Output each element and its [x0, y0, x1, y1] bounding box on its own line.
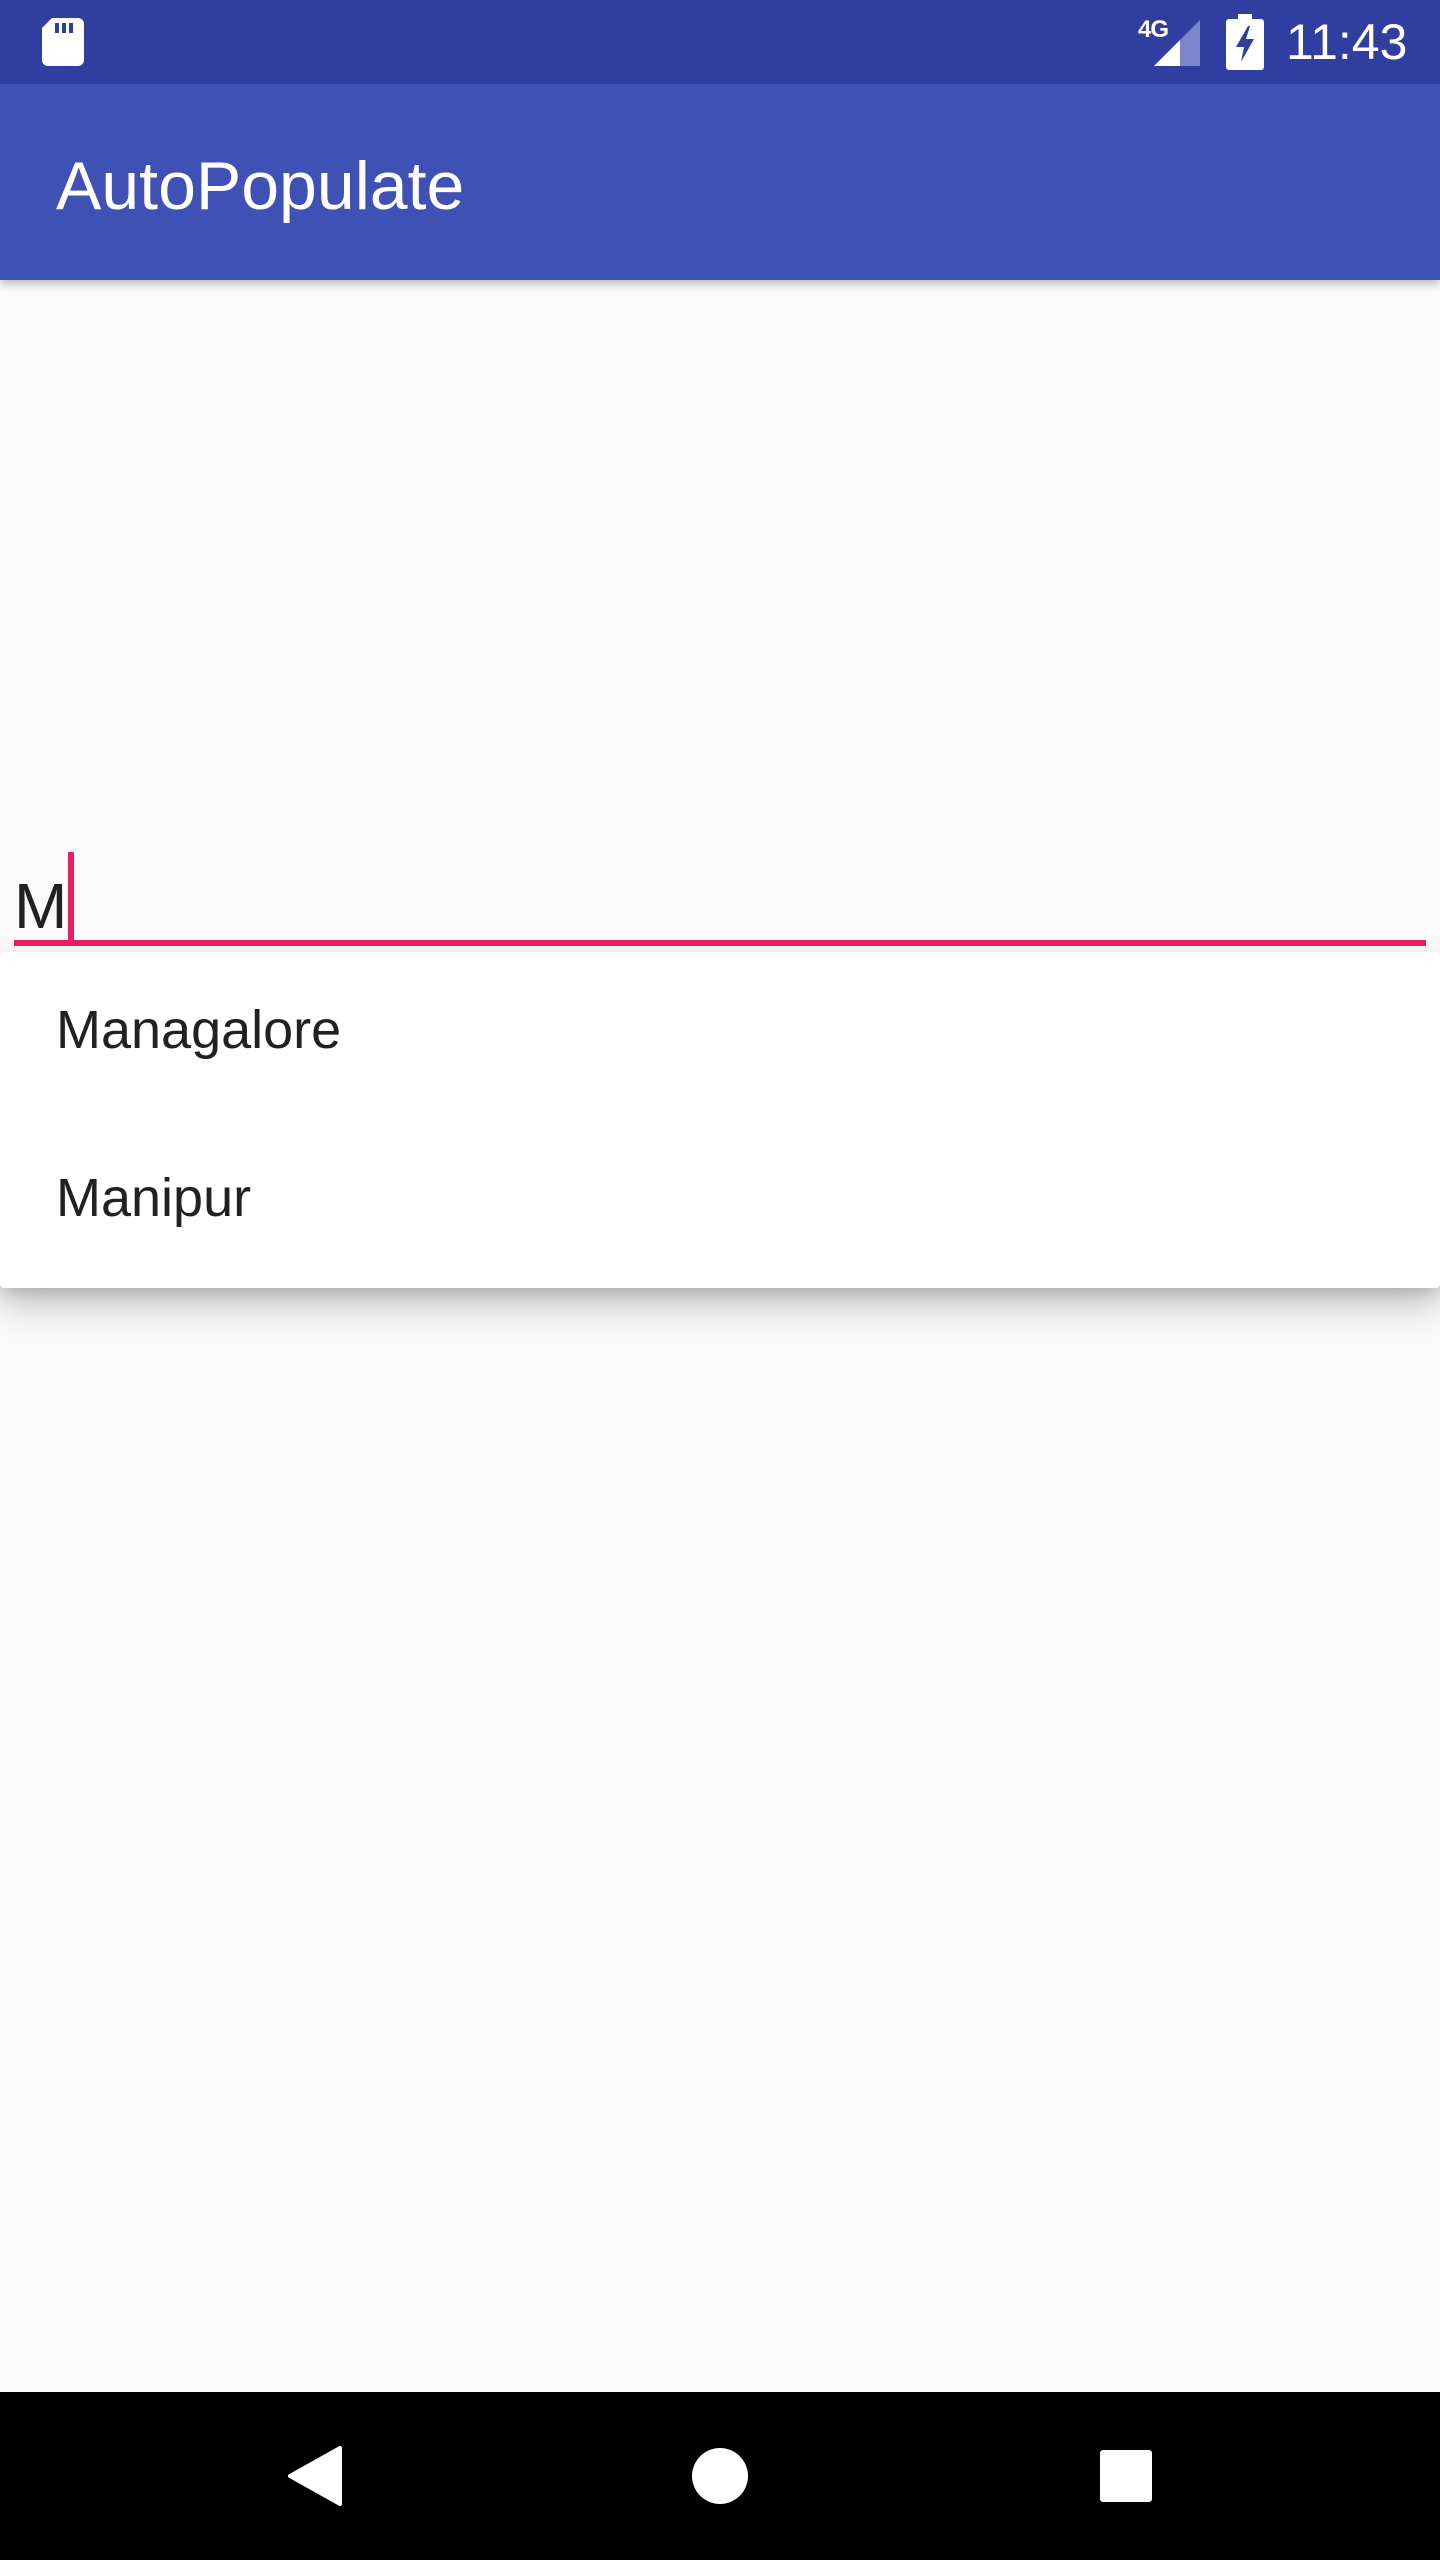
- suggestion-dropdown: Managalore Manipur: [0, 952, 1440, 1288]
- suggestion-item-managalore[interactable]: Managalore: [0, 952, 1440, 1120]
- suggestion-label: Managalore: [56, 1000, 342, 1060]
- suggestion-item-manipur[interactable]: Manipur: [0, 1120, 1440, 1288]
- back-icon[interactable]: [276, 2436, 356, 2516]
- status-bar: 4G 11:43: [0, 0, 1440, 84]
- cellular-signal-icon: [1154, 20, 1200, 66]
- recents-icon[interactable]: [1086, 2436, 1166, 2516]
- suggestion-label: Manipur: [56, 1168, 252, 1228]
- navigation-bar: [0, 2392, 1440, 2560]
- home-icon[interactable]: [680, 2436, 760, 2516]
- status-clock: 11:43: [1286, 14, 1408, 70]
- screen: 4G 11:43 AutoPopulate M Managalore Manip…: [0, 0, 1440, 2560]
- app-bar: AutoPopulate: [0, 84, 1440, 280]
- app-title: AutoPopulate: [56, 148, 465, 224]
- autocomplete-input[interactable]: M: [14, 846, 1426, 950]
- text-cursor: [68, 852, 74, 944]
- input-underline: [14, 940, 1426, 946]
- sd-card-icon: [42, 18, 84, 66]
- battery-charging-icon: [1226, 14, 1264, 70]
- input-value[interactable]: M: [14, 866, 67, 946]
